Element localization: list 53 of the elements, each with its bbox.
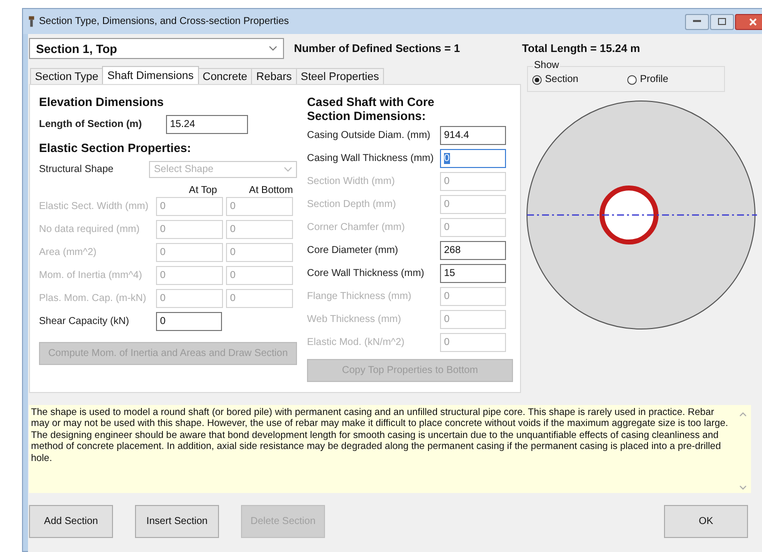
group-label: Show bbox=[533, 60, 560, 71]
close-icon bbox=[749, 18, 757, 26]
section-heading: Cased Shaft with Core Section Dimensions: bbox=[307, 95, 436, 123]
field-label: Section Width (mm) bbox=[307, 176, 396, 187]
field-label: Core Wall Thickness (mm) bbox=[307, 268, 426, 279]
chevron-icon bbox=[269, 46, 277, 51]
dimension-field[interactable]: 15 bbox=[440, 264, 506, 283]
field-label: Casing Outside Diam. (mm) bbox=[307, 130, 432, 141]
section-heading: Elastic Section Properties: bbox=[39, 141, 192, 155]
radio-option[interactable]: Profile bbox=[627, 74, 722, 85]
field-label: Elastic Sect. Width (mm) bbox=[39, 201, 150, 212]
column-header: At Top bbox=[188, 185, 218, 196]
tab[interactable]: Shaft Dimensions bbox=[102, 66, 199, 84]
shear-capacity-field[interactable]: 0 bbox=[156, 312, 222, 331]
maximize-button[interactable] bbox=[710, 14, 734, 30]
field-label: Plas. Mom. Cap. (m-kN) bbox=[39, 293, 148, 304]
section-dropdown[interactable]: Section 1, Top bbox=[29, 38, 284, 59]
section-button[interactable]: Insert Section bbox=[135, 505, 219, 538]
field-label: No data required (mm) bbox=[39, 224, 141, 235]
minimize-button[interactable] bbox=[685, 14, 709, 30]
window-title: Section Type, Dimensions, and Cross-section Properties bbox=[39, 16, 289, 27]
field-label: Casing Wall Thickness (mm) bbox=[307, 153, 435, 164]
length-field[interactable]: 15.24 bbox=[166, 115, 248, 134]
field-label: Web Thickness (mm) bbox=[307, 314, 402, 325]
total-length-text: Total Length = 15.24 m bbox=[522, 42, 640, 54]
field-label: Shear Capacity (kN) bbox=[39, 316, 130, 327]
scroll-bar[interactable] bbox=[739, 411, 747, 491]
dimension-field[interactable]: 0 bbox=[440, 149, 506, 168]
tab[interactable]: Steel Properties bbox=[296, 68, 384, 84]
field-label: Core Diameter (mm) bbox=[307, 245, 400, 256]
ok-button[interactable]: OK bbox=[664, 505, 748, 538]
field-label: Section Depth (mm) bbox=[307, 199, 397, 210]
field-label: Corner Chamfer (mm) bbox=[307, 222, 406, 233]
section-button[interactable]: Add Section bbox=[29, 505, 113, 538]
field-label: Length of Section (m) bbox=[39, 119, 143, 130]
maximize-icon bbox=[718, 18, 726, 25]
pile-icon bbox=[28, 16, 35, 27]
close-button[interactable] bbox=[735, 14, 762, 30]
field-label: Flange Thickness (mm) bbox=[307, 291, 412, 302]
field-label: Structural Shape bbox=[39, 164, 114, 175]
column-header: At Bottom bbox=[248, 185, 294, 196]
minimize-icon bbox=[693, 20, 701, 23]
section-count-text: Number of Defined Sections = 1 bbox=[294, 42, 461, 54]
chevron-icon bbox=[284, 167, 292, 172]
dimension-field[interactable]: 268 bbox=[440, 241, 506, 260]
field-label: Mom. of Inertia (mm^4) bbox=[39, 270, 144, 281]
field-label: Area (mm^2) bbox=[39, 247, 98, 258]
field-label: Elastic Mod. (kN/m^2) bbox=[307, 337, 406, 348]
tab[interactable]: Section Type bbox=[30, 68, 104, 84]
description-text: The shape is used to model a round shaft (or bored pile) with permanent casing and an unfilled structural pipe core. This shape is rarely used in practice. Rebar may or may not be used with this shape. However, the use of rebar may make it difficult to place concrete without voids if the maximum aggregate size is too large. The designing engineer should be aware that bond development length for smooth casing is uncertain due to the unquantifiable effects of casing cleanliness and method of concrete placement. In addition, axial side resistance may be degraded along the permanent casing if the permanent casing is placed into a pre-drilled hole. bbox=[31, 407, 730, 466]
section-heading: Elevation Dimensions bbox=[39, 95, 165, 109]
radio-option[interactable]: Section bbox=[532, 74, 627, 85]
dimension-field[interactable]: 914.4 bbox=[440, 126, 506, 145]
